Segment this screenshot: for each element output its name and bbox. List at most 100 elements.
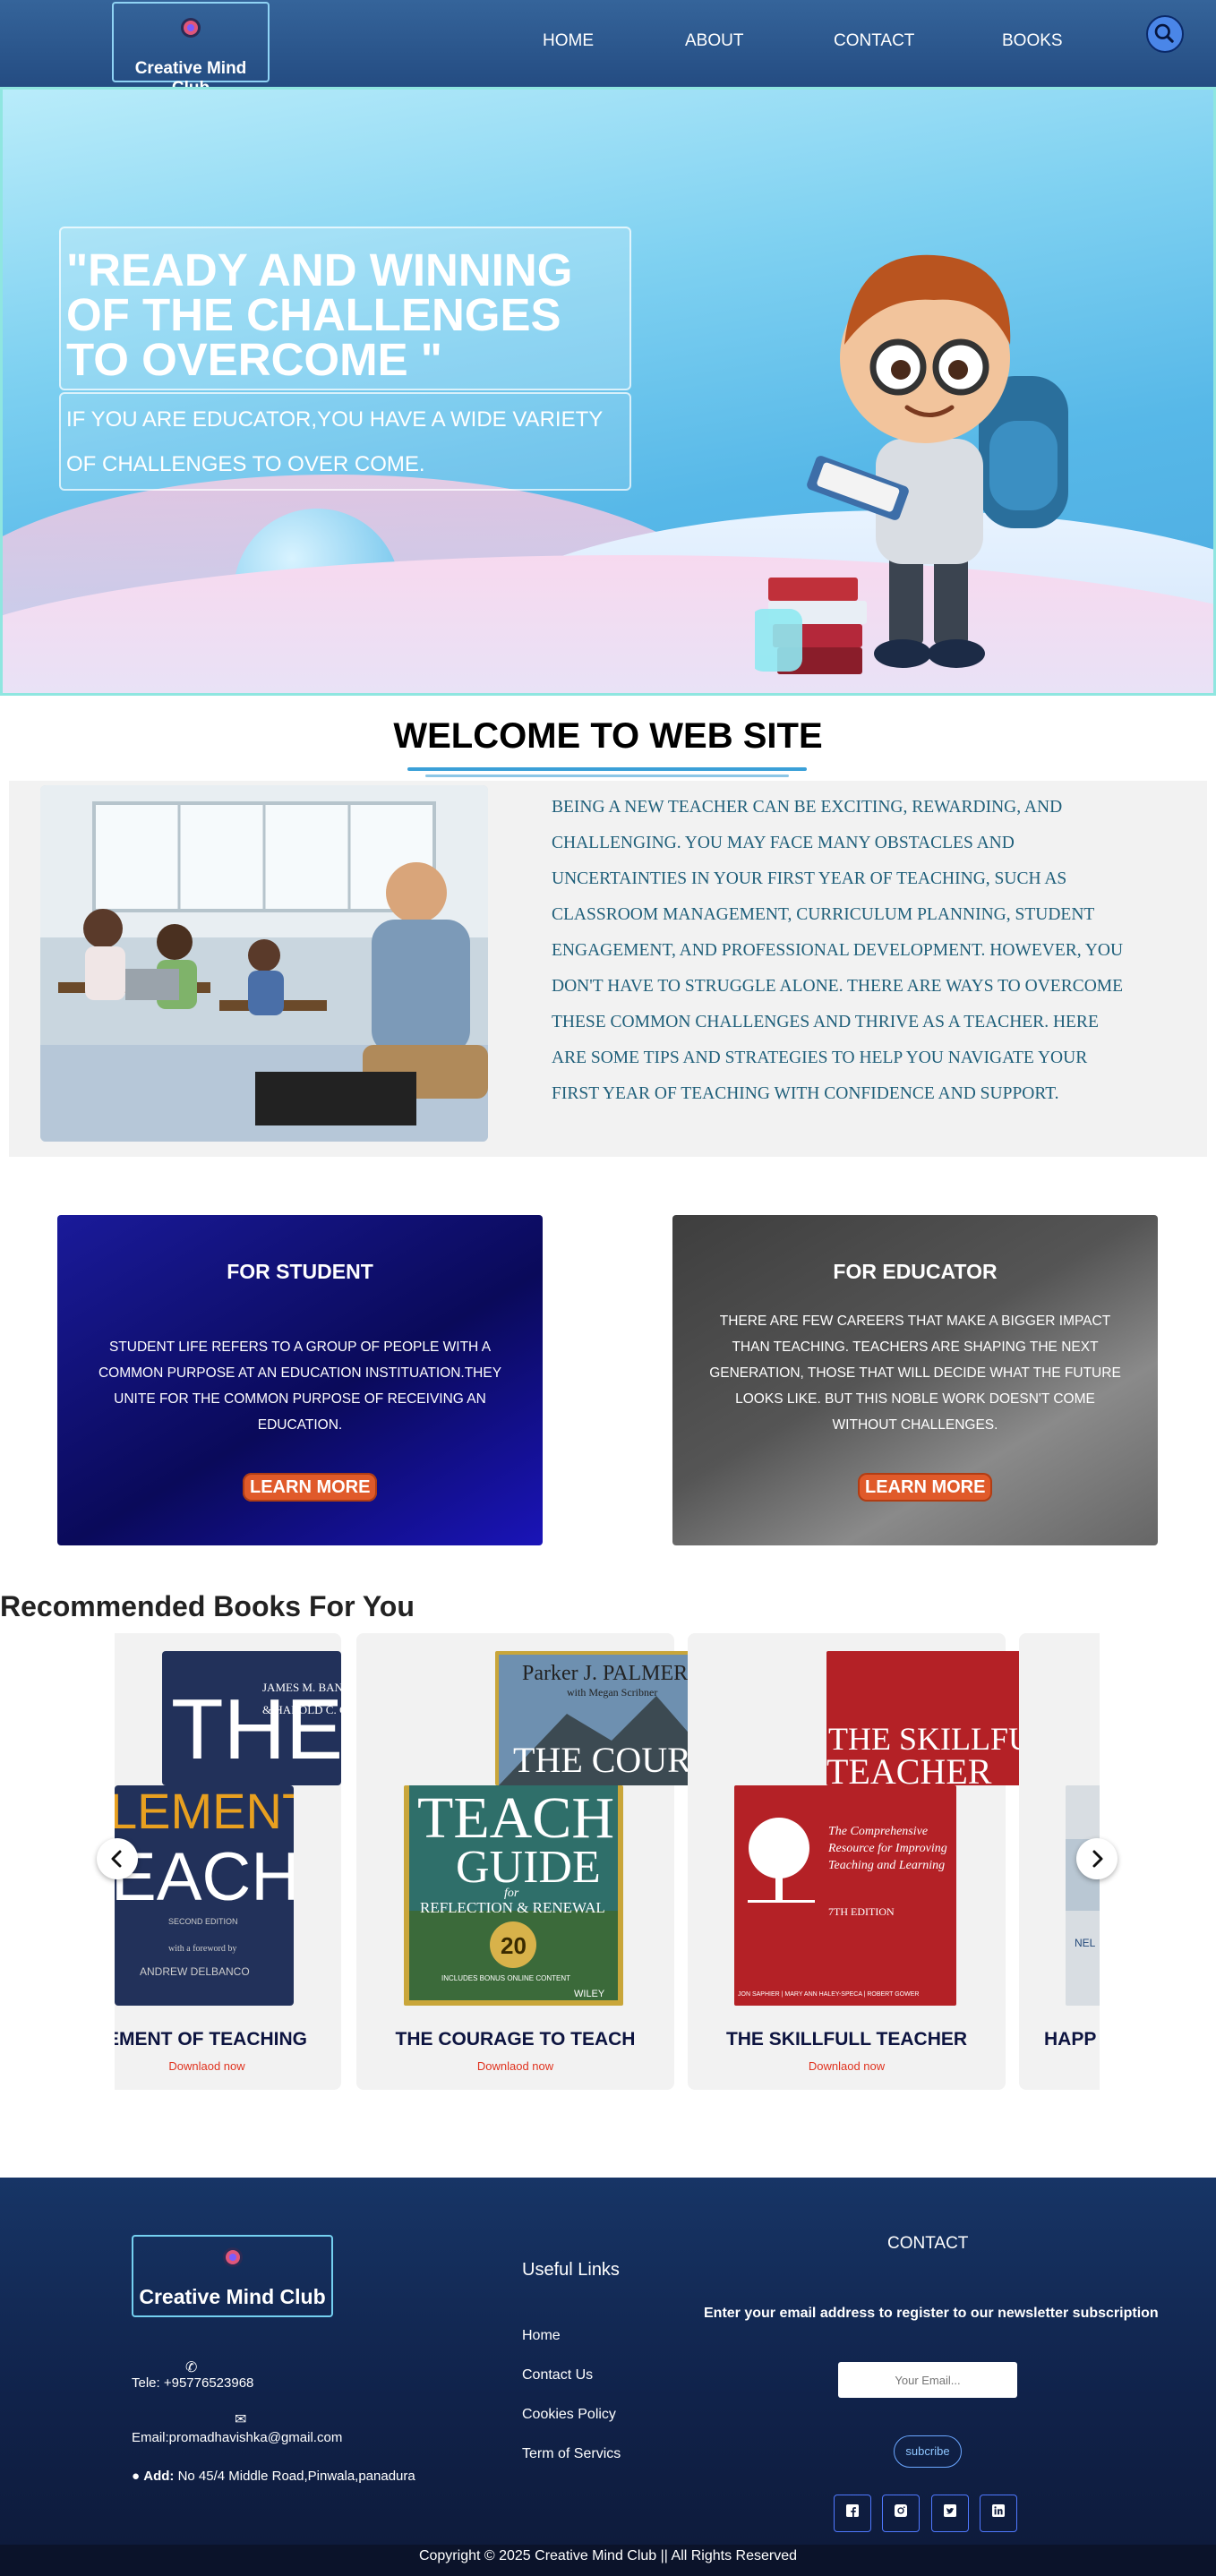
footer-link-contact-us[interactable]: Contact Us [522,2367,593,2383]
brain-logo-icon [223,2247,243,2267]
cover-text: NEL [1075,1937,1096,1949]
twitter-icon [944,2504,956,2517]
book-cover-skillful-top: THE SKILLFUL TEACHER [826,1651,1049,1785]
cover-text: WILEY [574,1989,605,1999]
book-title: EMENT OF TEACHING [115,2029,307,2050]
carousel-prev-button[interactable] [97,1838,138,1879]
nav-books[interactable]: BOOKS [1002,31,1063,51]
newsletter-email-input[interactable] [838,2362,1017,2398]
student-card-text: STUDENT LIFE REFERS TO A GROUP OF PEOPLE… [98,1339,502,1433]
linkedin-icon [992,2504,1005,2517]
book-title: THE COURAGE TO TEACH [395,2029,636,2050]
hero-student-illustration [755,254,1068,674]
welcome-title: WELCOME TO WEB SITE [393,716,823,756]
book-cover-teach-guide: TEACH GUIDE for REFLECTION & RENEWAL 20 … [404,1785,623,2006]
book-cover-happy: NEL [1066,1785,1100,2006]
cover-text: ANDREW DELBANCO [140,1965,250,1978]
phone-icon: ✆ [185,2360,198,2375]
cover-text: Resource for Improving [827,1842,947,1855]
useful-links-title: Useful Links [522,2260,620,2280]
title-underline [425,775,789,777]
title-underline [407,767,807,771]
hero-subtitle: IF YOU ARE EDUCATOR,YOU HAVE A WIDE VARI… [66,407,603,476]
address-label: Add: [143,2469,175,2484]
cover-text: Teaching and Learning [828,1859,945,1872]
book-download-link[interactable]: Downlaod now [688,2059,1006,2073]
footer-email: Email:promadhavishka@gmail.com [132,2430,343,2445]
carousel-next-button[interactable] [1076,1838,1118,1879]
linkedin-button[interactable] [980,2495,1017,2532]
student-learn-more-button[interactable]: LEARN MORE [243,1473,378,1502]
instagram-icon [895,2504,907,2517]
cover-text: JAMES M. BANNER, JR. [262,1681,341,1694]
cover-text: LEMENTS [115,1785,294,1839]
book-card[interactable]: THE SKILLFUL TEACHER The Comprehensive R… [688,1633,1049,2090]
educator-learn-more-button[interactable]: LEARN MORE [858,1473,993,1502]
book-download-link[interactable]: Downlaod now [115,2059,314,2073]
mail-icon: ✉ [235,2412,247,2427]
newsletter-text: Enter your email address to register to … [704,2306,1159,2321]
cover-text: with Megan Scribner [567,1686,657,1699]
book-card[interactable]: THE JAMES M. BANNER, JR. & HAROLD C. CAN… [115,1633,341,2090]
search-button[interactable] [1146,15,1184,53]
hero-banner: "READY AND WINNING OF THE CHALLENGES TO … [0,87,1216,696]
brain-logo-icon [181,18,201,38]
location-pin-icon: ● [132,2469,141,2484]
book-cover-skillful-bottom: The Comprehensive Resource for Improving… [734,1785,956,2006]
books-carousel: THE JAMES M. BANNER, JR. & HAROLD C. CAN… [115,1633,1100,2090]
cover-text: TEACHER [826,1751,992,1785]
footer-logo[interactable]: Creative Mind Club [132,2235,333,2317]
books-section-title: Recommended Books For You [0,1590,415,1622]
facebook-button[interactable] [834,2495,871,2532]
student-card: FOR STUDENT STUDENT LIFE REFERS TO A GRO… [57,1215,543,1545]
cover-text: THE [171,1682,341,1777]
student-card-title: FOR STUDENT [227,1260,373,1283]
copyright-bar: Copyright © 2025 Creative Mind Club || A… [0,2545,1216,2576]
twitter-button[interactable] [931,2495,969,2532]
subscribe-button[interactable]: subcribe [894,2435,962,2468]
footer-logo-text: Creative Mind Club [139,2285,326,2308]
site-logo[interactable]: Creative Mind Club [112,2,270,98]
classroom-photo [40,785,488,1142]
book-card[interactable]: Parker J. PALMER with Megan Scribner THE… [356,1633,715,2090]
cover-text: with a foreword by [168,1944,236,1954]
instagram-button[interactable] [882,2495,920,2532]
hero-title-box: "READY AND WINNING OF THE CHALLENGES TO … [59,227,631,390]
cover-text: & HAROLD C. CANNON [262,1703,341,1716]
book-download-link[interactable]: Downlaod now [356,2059,674,2073]
nav-contact[interactable]: CONTACT [834,31,914,51]
cover-text: THE COURAGE [513,1740,715,1780]
contact-title: CONTACT [887,2234,969,2253]
footer-link-terms[interactable]: Term of Servics [522,2446,621,2462]
book-cover-courage: Parker J. PALMER with Megan Scribner THE… [495,1651,715,1785]
facebook-icon [846,2504,859,2517]
footer-phone: Tele: +95776523968 [132,2375,254,2391]
cover-text: INCLUDES BONUS ONLINE CONTENT [441,1974,570,1982]
educator-card-text: THERE ARE FEW CAREERS THAT MAKE A BIGGER… [709,1314,1121,1433]
cover-text: The Comprehensive [828,1825,928,1838]
cover-text: JON SAPHIER | MARY ANN HALEY-SPECA | ROB… [738,1991,919,1998]
nav-about[interactable]: ABOUT [685,31,743,51]
book-title: HAPP [1044,2029,1097,2050]
footer-address: ● Add: No 45/4 Middle Road,Pinwala,panad… [132,2469,415,2484]
book-cover-elements-bottom: LEMENTS EACHING SECOND EDITION with a fo… [115,1785,294,2006]
hero-title: "READY AND WINNING OF THE CHALLENGES TO … [66,244,573,385]
cover-text: REFLECTION & RENEWAL [420,1899,605,1916]
educator-card: FOR EDUCATOR THERE ARE FEW CAREERS THAT … [672,1215,1158,1545]
cover-text: for [504,1887,519,1900]
cover-text: 20 [501,1932,527,1959]
chevron-left-icon [111,1850,122,1868]
top-navbar: Creative Mind Club HOME ABOUT CONTACT BO… [0,0,1216,98]
cover-text: 7TH EDITION [828,1905,895,1918]
address-text: No 45/4 Middle Road,Pinwala,panadura [177,2469,415,2484]
footer-link-cookies-policy[interactable]: Cookies Policy [522,2407,616,2423]
site-footer: Creative Mind Club ✆ Tele: +95776523968 … [0,2178,1216,2545]
welcome-text: Being a new teacher can be exciting, rew… [552,798,1124,1103]
nav-home[interactable]: HOME [543,31,594,51]
search-icon [1154,23,1174,43]
book-title: THE SKILLFULL TEACHER [725,2029,968,2050]
chevron-right-icon [1092,1850,1103,1868]
footer-link-home[interactable]: Home [522,2328,561,2344]
cover-text: EACHING [115,1839,294,1915]
book-cover-elements-top: THE JAMES M. BANNER, JR. & HAROLD C. CAN… [162,1651,341,1785]
